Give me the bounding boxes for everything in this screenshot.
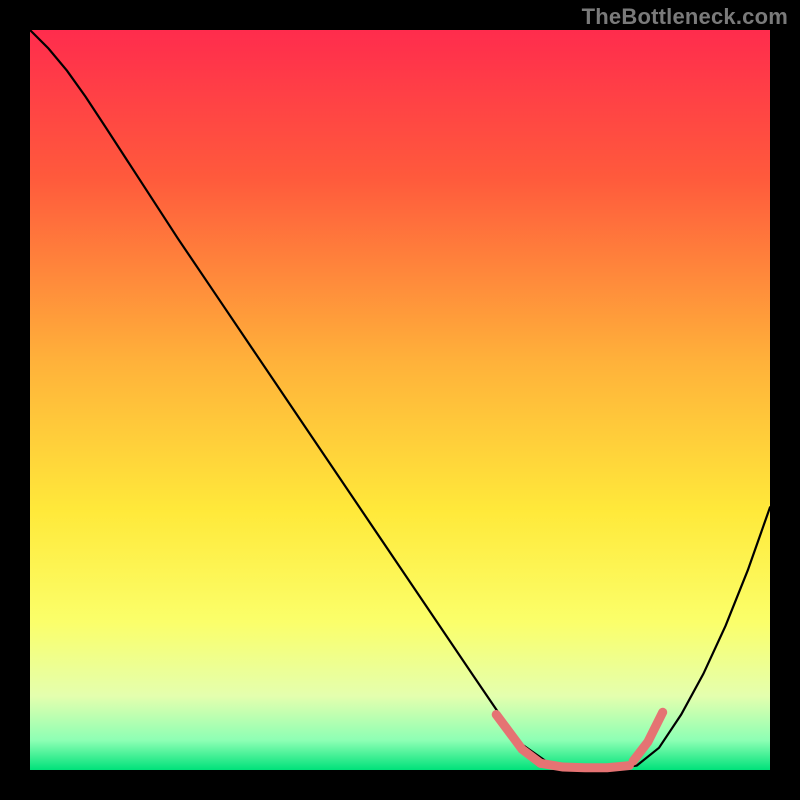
chart-background	[30, 30, 770, 770]
chart-container: { "attribution": "TheBottleneck.com", "c…	[0, 0, 800, 800]
bottleneck-chart	[0, 0, 800, 800]
valley-highlight-seg-1	[541, 763, 630, 767]
attribution-text: TheBottleneck.com	[582, 4, 788, 30]
